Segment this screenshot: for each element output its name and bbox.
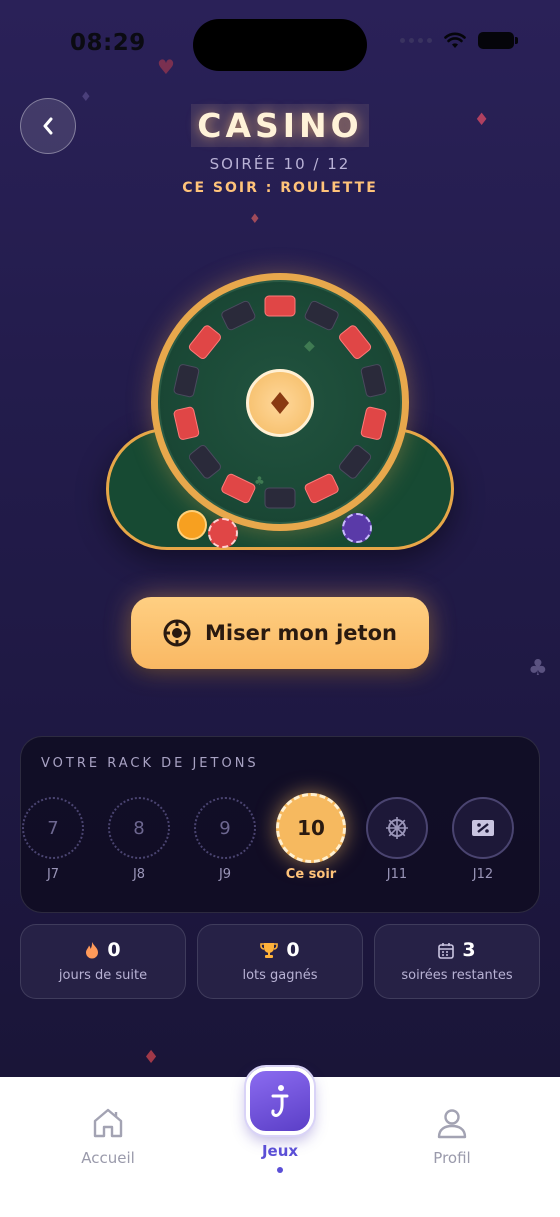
roulette-slot: [173, 406, 200, 440]
status-time: 08:29: [70, 30, 146, 56]
day-label: J7: [46, 867, 60, 882]
roulette-slot: [264, 487, 296, 509]
club-deco-icon: ♣: [528, 656, 548, 681]
rack-day-7: 7 J7: [18, 797, 88, 882]
roulette-slot: [264, 295, 296, 317]
day-chip: 7: [22, 797, 84, 859]
rack-day-today[interactable]: 10 Ce soir: [276, 793, 346, 882]
flame-icon: [86, 942, 99, 959]
day-chip: 9: [194, 797, 256, 859]
rack-day-8: 8 J8: [104, 797, 174, 882]
today-chip[interactable]: 10: [276, 793, 346, 863]
roulette-slot: [188, 445, 221, 479]
roulette-slot: [339, 445, 372, 479]
streak-stat: 0 jours de suite: [20, 924, 186, 999]
evenings-left-stat: 3 soirées restantes: [374, 924, 540, 999]
roulette-slot: [221, 473, 256, 504]
day-chip: [452, 797, 514, 859]
calendar-icon: [438, 942, 455, 959]
roulette-slot: [304, 300, 339, 331]
wifi-icon: [444, 32, 466, 48]
prizes-value: 0: [286, 939, 300, 961]
bottom-nav: Accueil Jeux Profil: [0, 1067, 560, 1217]
prizes-stat: 0 lots gagnés: [197, 924, 363, 999]
purple-chip: [342, 513, 372, 543]
user-icon: [437, 1109, 467, 1139]
signal-icon: [400, 38, 432, 43]
roulette-slot: [339, 325, 372, 359]
day-label: J12: [472, 867, 494, 882]
camera-notch: [193, 19, 367, 71]
prizes-caption: lots gagnés: [242, 968, 318, 983]
evening-counter: SOIRÉE 10 / 12: [209, 155, 351, 173]
roulette-slot: [173, 364, 200, 398]
heart-deco-icon: ♥: [157, 55, 175, 79]
svg-text:◆: ◆: [304, 338, 315, 354]
wheel-hub: [246, 369, 314, 437]
day-label: Ce soir: [285, 867, 337, 882]
evenings-left-value: 3: [462, 939, 476, 961]
diamond-deco-icon: ♦: [80, 90, 92, 105]
day-chip: [366, 797, 428, 859]
roulette-slot: [304, 473, 339, 504]
roulette-slot: [188, 325, 221, 359]
casino-screen: 08:29 ♥ ♦ ♦ ♦ ♣ ♦ CASINO SOIRÉE 10 / 12 …: [0, 0, 560, 1077]
trophy-icon: [260, 943, 279, 958]
status-icons: [400, 32, 518, 49]
place-bet-label: Miser mon jeton: [205, 621, 397, 645]
roulette-slot: [221, 300, 256, 331]
red-chip: [208, 518, 238, 548]
active-indicator: [277, 1167, 283, 1173]
games-logo-icon: [271, 1085, 289, 1117]
diamond-deco-icon: ♦: [249, 212, 261, 227]
ticket-icon: [472, 820, 494, 836]
diamond-deco-icon: ♦: [143, 1047, 160, 1068]
rack-day-12: J12: [448, 797, 518, 882]
home-icon: [93, 1108, 123, 1138]
day-chip: 8: [108, 797, 170, 859]
chip-icon: [163, 619, 191, 647]
tonight-game: CE SOIR : ROULETTE: [182, 180, 378, 196]
streak-caption: jours de suite: [58, 968, 148, 983]
rack-title: VOTRE RACK DE JETONS: [41, 756, 259, 771]
battery-icon: [478, 32, 518, 49]
streak-value: 0: [107, 939, 121, 961]
day-label: J9: [218, 867, 232, 882]
orange-chip: [177, 510, 207, 540]
evenings-left-caption: soirées restantes: [401, 968, 513, 983]
rack-day-11: J11: [362, 797, 432, 882]
roulette-slot: [360, 364, 387, 398]
place-bet-button[interactable]: Miser mon jeton: [131, 597, 429, 669]
nav-profile-label: Profil: [433, 1149, 471, 1167]
wheel-icon: [386, 817, 408, 839]
chip-rack: VOTRE RACK DE JETONS 7 J7 8 J8 9 J9 10 C…: [20, 736, 540, 913]
nav-profile[interactable]: Profil: [392, 1107, 512, 1167]
roulette-slot: [360, 406, 387, 440]
day-label: J8: [132, 867, 146, 882]
svg-text:♣: ♣: [254, 474, 265, 488]
day-label: J11: [386, 867, 408, 882]
rack-day-9: 9 J9: [190, 797, 260, 882]
nav-games-button[interactable]: [246, 1067, 314, 1135]
diamond-icon: [271, 392, 289, 414]
page-title: CASINO: [0, 104, 560, 147]
